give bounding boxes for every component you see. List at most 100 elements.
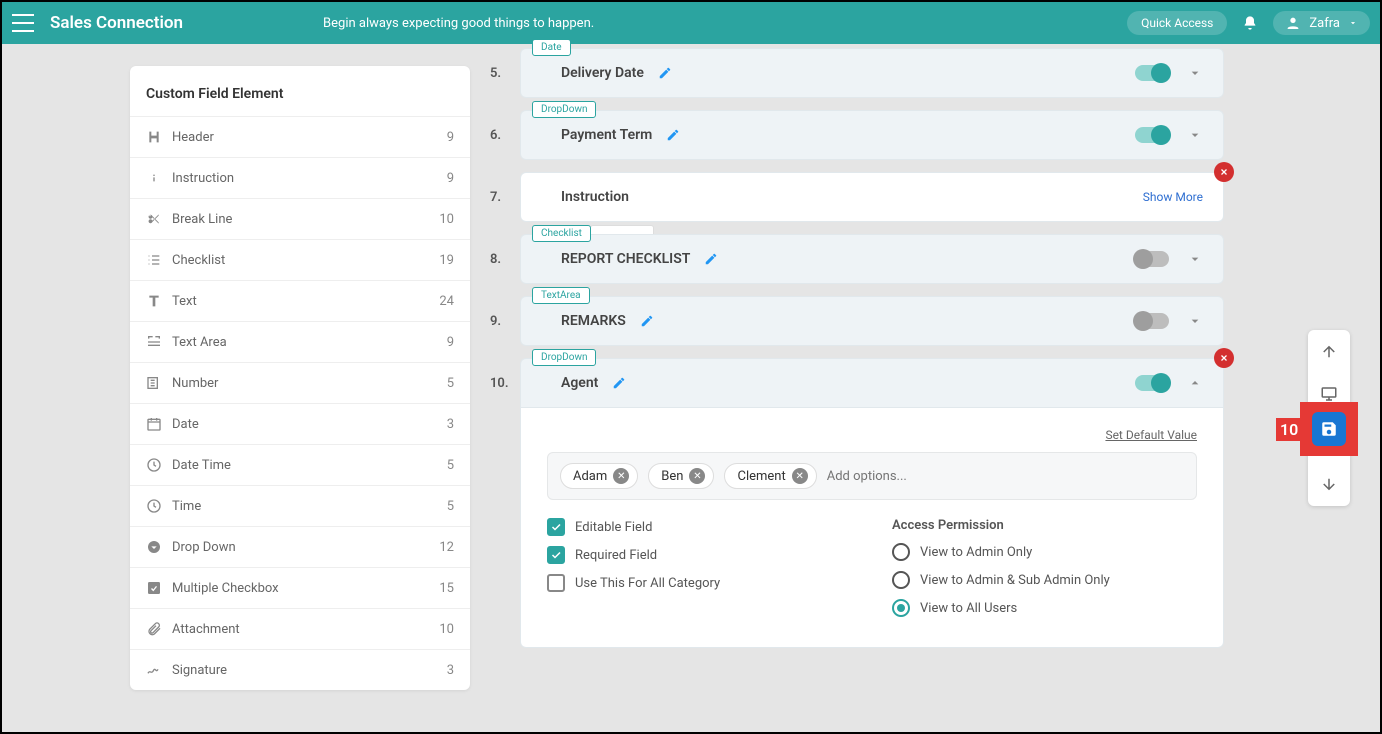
element-number[interactable]: Number5 xyxy=(130,362,470,403)
element-date[interactable]: Date3 xyxy=(130,403,470,444)
element-count: 9 xyxy=(447,130,454,145)
radio-row[interactable]: View to Admin Only xyxy=(892,543,1197,561)
field-title: REPORT CHECKLIST xyxy=(561,251,690,267)
delete-field-button[interactable] xyxy=(1214,348,1234,368)
element-attachment[interactable]: Attachment10 xyxy=(130,608,470,649)
user-menu[interactable]: Zafra xyxy=(1273,11,1370,35)
element-time[interactable]: Time5 xyxy=(130,485,470,526)
element-label: Signature xyxy=(172,663,447,678)
field-editor: Date5.Delivery DateDropDown6.Payment Ter… xyxy=(520,44,1260,732)
remove-chip-icon[interactable]: ✕ xyxy=(792,468,808,484)
edit-icon[interactable] xyxy=(704,252,718,266)
field-card[interactable]: Agent xyxy=(520,358,1224,408)
field-number: 10. xyxy=(490,376,509,391)
scroll-up-button[interactable] xyxy=(1315,338,1343,366)
field-number: 7. xyxy=(490,190,501,205)
element-checklist[interactable]: Checklist19 xyxy=(130,239,470,280)
field-expanded-body: Set Default ValueAdam✕Ben✕Clement✕Editab… xyxy=(520,408,1224,648)
element-date-time[interactable]: Date Time5 xyxy=(130,444,470,485)
element-text[interactable]: Text24 xyxy=(130,280,470,321)
element-count: 24 xyxy=(439,294,454,309)
radio-row[interactable]: View to All Users xyxy=(892,599,1197,617)
element-count: 10 xyxy=(439,622,454,637)
remove-chip-icon[interactable]: ✕ xyxy=(689,468,705,484)
edit-icon[interactable] xyxy=(612,376,626,390)
set-default-link[interactable]: Set Default Value xyxy=(547,428,1197,442)
field-toggle[interactable] xyxy=(1135,375,1169,391)
field-card[interactable]: REPORT CHECKLIST xyxy=(520,234,1224,284)
quick-access-button[interactable]: Quick Access xyxy=(1127,11,1227,35)
checkbox-row[interactable]: Use This For All Category xyxy=(547,574,852,592)
field-title: Delivery Date xyxy=(561,65,644,81)
save-callout: 10 xyxy=(1300,402,1358,456)
field-card[interactable]: Instruction Show More xyxy=(520,172,1224,222)
chevron-down-icon xyxy=(1348,18,1358,28)
number-icon xyxy=(146,375,172,391)
field-toggle[interactable] xyxy=(1135,251,1169,267)
element-multiple-checkbox[interactable]: Multiple Checkbox15 xyxy=(130,567,470,608)
checkbox[interactable] xyxy=(547,518,565,536)
element-label: Date xyxy=(172,417,447,432)
avatar-icon xyxy=(1285,15,1301,31)
element-count: 5 xyxy=(447,499,454,514)
element-count: 5 xyxy=(447,376,454,391)
field-card[interactable]: REMARKS xyxy=(520,296,1224,346)
show-more-link[interactable]: Show More xyxy=(1143,190,1203,204)
field-card[interactable]: Payment Term xyxy=(520,110,1224,160)
element-text-area[interactable]: Text Area9 xyxy=(130,321,470,362)
chevron-down-icon[interactable] xyxy=(1187,313,1203,329)
bell-icon[interactable] xyxy=(1241,14,1259,32)
edit-icon[interactable] xyxy=(666,128,680,142)
scroll-down-button[interactable] xyxy=(1315,470,1343,498)
field-toggle[interactable] xyxy=(1135,127,1169,143)
field-toggle[interactable] xyxy=(1135,65,1169,81)
option-chip: Ben✕ xyxy=(648,463,714,489)
element-count: 9 xyxy=(447,335,454,350)
element-header[interactable]: Header9 xyxy=(130,116,470,157)
date-icon xyxy=(146,416,172,432)
chevron-up-icon[interactable] xyxy=(1187,375,1203,391)
element-count: 5 xyxy=(447,458,454,473)
element-signature[interactable]: Signature3 xyxy=(130,649,470,690)
chevron-down-icon[interactable] xyxy=(1187,251,1203,267)
field-toggle[interactable] xyxy=(1135,313,1169,329)
custom-field-element-panel: Custom Field Element Header9Instruction9… xyxy=(130,66,470,690)
edit-icon[interactable] xyxy=(658,66,672,80)
cut-icon xyxy=(146,211,172,227)
field-number: 6. xyxy=(490,128,501,143)
field-number: 8. xyxy=(490,252,501,267)
info-icon xyxy=(146,170,172,186)
clock-icon xyxy=(146,498,172,514)
element-instruction[interactable]: Instruction9 xyxy=(130,157,470,198)
checkbox-row[interactable]: Editable Field xyxy=(547,518,852,536)
checkbox-row[interactable]: Required Field xyxy=(547,546,852,564)
checkbox[interactable] xyxy=(547,546,565,564)
checkbox-label: Required Field xyxy=(575,548,657,563)
checkbox[interactable] xyxy=(547,574,565,592)
radio[interactable] xyxy=(892,599,910,617)
save-button[interactable] xyxy=(1312,412,1346,446)
field-title: Instruction xyxy=(561,189,629,205)
delete-field-button[interactable] xyxy=(1214,162,1234,182)
element-drop-down[interactable]: Drop Down12 xyxy=(130,526,470,567)
element-label: Header xyxy=(172,130,447,145)
field-block-9: TextArea9.REMARKS xyxy=(520,296,1224,346)
radio[interactable] xyxy=(892,571,910,589)
field-settings-col: Editable Field Required Field Use This For… xyxy=(547,518,852,627)
remove-chip-icon[interactable]: ✕ xyxy=(613,468,629,484)
element-break-line[interactable]: Break Line10 xyxy=(130,198,470,239)
chevron-down-icon[interactable] xyxy=(1187,127,1203,143)
field-block-5: Date5.Delivery Date xyxy=(520,48,1224,98)
field-number: 9. xyxy=(490,314,501,329)
chevron-down-icon[interactable] xyxy=(1187,65,1203,81)
edit-icon[interactable] xyxy=(640,314,654,328)
field-card[interactable]: Delivery Date xyxy=(520,48,1224,98)
radio[interactable] xyxy=(892,543,910,561)
options-input[interactable]: Adam✕Ben✕Clement✕ xyxy=(547,452,1197,500)
add-option-input[interactable] xyxy=(827,469,993,484)
option-chip: Clement✕ xyxy=(724,463,816,489)
radio-row[interactable]: View to Admin & Sub Admin Only xyxy=(892,571,1197,589)
element-label: Text Area xyxy=(172,335,447,350)
menu-icon[interactable] xyxy=(12,14,34,32)
field-block-10: DropDown10.AgentSet Default ValueAdam✕Be… xyxy=(520,358,1224,648)
